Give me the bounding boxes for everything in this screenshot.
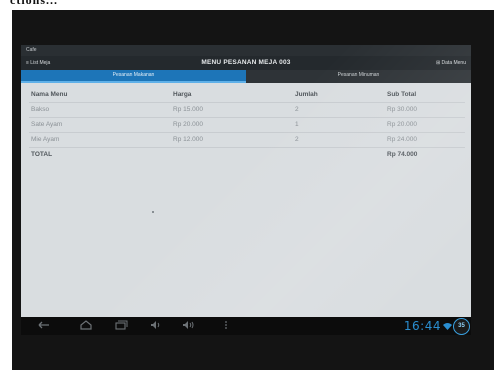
cell-nama-menu: Sate Ayam [29, 117, 171, 133]
header-harga: Harga [171, 88, 293, 103]
cell-jumlah: 1 [293, 117, 385, 133]
volume-up-icon[interactable] [181, 320, 195, 332]
status-bar: Cafe [21, 45, 471, 56]
header-sub-total: Sub Total [385, 88, 465, 103]
header-jumlah: Jumlah [293, 88, 385, 103]
page-title: MENU PESANAN MEJA 003 [201, 59, 291, 66]
header-nama-menu: Nama Menu [29, 88, 171, 103]
table-row[interactable]: Sate Ayam Rp 20.000 1 Rp 20.000 [29, 117, 465, 133]
system-nav-bar: 16:44 35 [21, 317, 471, 335]
cell-jumlah: 2 [293, 132, 385, 148]
volume-down-icon[interactable] [148, 320, 162, 332]
page-caption: ctions... [10, 0, 58, 7]
app-screen: Cafe ≡ List Meja MENU PESANAN MEJA 003 ⊞… [21, 45, 471, 317]
cell-jumlah: 2 [293, 102, 385, 118]
screen-glare [21, 45, 471, 317]
back-icon[interactable] [37, 320, 51, 332]
table-header-row: Nama Menu Harga Jumlah Sub Total [29, 88, 465, 103]
clock[interactable]: 16:44 [404, 319, 441, 333]
cursor-dot [152, 211, 154, 213]
cell-nama-menu: Bakso [29, 102, 171, 118]
total-value: Rp 74.000 [387, 151, 418, 158]
notification-badge[interactable]: 35 [453, 318, 470, 335]
overflow-menu-icon[interactable] [219, 320, 233, 332]
table-row[interactable]: Mie Ayam Rp 12.000 2 Rp 24.000 [29, 132, 465, 148]
home-icon[interactable] [79, 320, 93, 332]
total-row: TOTAL Rp 74.000 [29, 148, 465, 163]
table-row[interactable]: Bakso Rp 15.000 2 Rp 30.000 [29, 102, 465, 118]
cell-harga: Rp 15.000 [171, 102, 293, 118]
total-label: TOTAL [31, 151, 53, 158]
tab-pesanan-minuman[interactable]: Pesanan Minuman [246, 70, 471, 83]
cell-sub-total: Rp 30.000 [385, 102, 465, 118]
cell-sub-total: Rp 24.000 [385, 132, 465, 148]
recent-apps-icon[interactable] [114, 320, 128, 332]
action-bar: ≡ List Meja MENU PESANAN MEJA 003 ⊞ Data… [21, 56, 471, 70]
data-menu-button[interactable]: ⊞ Data Menu [436, 60, 466, 66]
tab-pesanan-makanan[interactable]: Pesanan Makanan [21, 70, 246, 83]
order-table: Nama Menu Harga Jumlah Sub Total Bakso R… [29, 88, 465, 162]
cell-sub-total: Rp 20.000 [385, 117, 465, 133]
tab-bar: Pesanan Makanan Pesanan Minuman [21, 70, 471, 83]
cell-harga: Rp 20.000 [171, 117, 293, 133]
wifi-icon [443, 322, 452, 332]
cell-nama-menu: Mie Ayam [29, 132, 171, 148]
app-title: Cafe [26, 47, 37, 53]
cell-harga: Rp 12.000 [171, 132, 293, 148]
